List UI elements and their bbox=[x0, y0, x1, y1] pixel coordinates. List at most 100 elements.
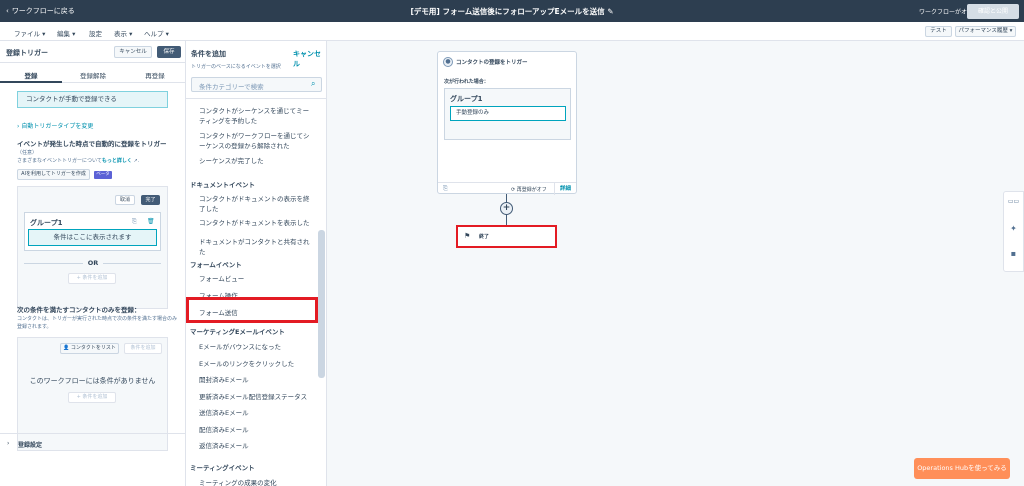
event-item[interactable]: フォームビュー bbox=[199, 274, 315, 284]
event-item[interactable]: コンタクトがワークフローを通じてシーケンスの登録から解除された bbox=[199, 131, 315, 151]
event-item[interactable]: 送信済みEメール bbox=[199, 408, 315, 418]
trash-icon[interactable]: 🗑 bbox=[147, 218, 155, 225]
event-item[interactable]: ミーティングの成果の変化 bbox=[199, 478, 315, 486]
optional-label: （任意） bbox=[17, 150, 38, 156]
performance-history-button[interactable]: パフォーマンス履歴 ▾ bbox=[955, 26, 1016, 37]
filter-heading: 次の条件を満たすコンタクトのみを登録： bbox=[17, 306, 141, 314]
details-link[interactable]: 詳細 bbox=[554, 183, 576, 195]
right-toolbar: ▭▭ ✦ ▪ bbox=[1003, 191, 1024, 272]
search-placeholder: 条件カテゴリーで検索 bbox=[199, 83, 264, 91]
operations-hub-button[interactable]: Operations Hubを使ってみる bbox=[914, 458, 1010, 479]
menu-edit[interactable]: 編集 ▾ bbox=[57, 28, 75, 38]
beta-badge: ベータ bbox=[94, 171, 112, 179]
event-item[interactable]: シーケンスが完了した bbox=[199, 156, 315, 166]
flag-icon: ⚑ bbox=[464, 232, 471, 240]
add-filter-button[interactable]: 条件を追加 bbox=[124, 343, 162, 354]
learn-more-link[interactable]: もっと詳しく bbox=[102, 158, 132, 164]
event-item[interactable]: コンタクトがドキュメントを表示した bbox=[199, 218, 315, 228]
workflow-canvas[interactable]: ● コンタクトの登録をトリガー 次が行われた場合： グループ1 手動登録のみ ⎘… bbox=[327, 41, 1024, 486]
divider bbox=[186, 98, 326, 99]
event-item[interactable]: 開封済みEメール bbox=[199, 375, 315, 385]
copy-icon[interactable]: ⎘ bbox=[443, 185, 448, 193]
trigger-cancel-button[interactable]: 取消 bbox=[115, 195, 135, 205]
menu-view[interactable]: 表示 ▾ bbox=[114, 28, 132, 38]
scrollbar[interactable] bbox=[318, 230, 325, 378]
no-conditions-text: このワークフローには条件がありません bbox=[29, 377, 156, 385]
condition-placeholder[interactable]: 条件はここに表示されます bbox=[28, 229, 157, 246]
category-heading: ドキュメントイベント bbox=[190, 181, 255, 189]
manual-enroll-info: コンタクトが手動で登録できる bbox=[17, 91, 168, 108]
test-button[interactable]: テスト bbox=[925, 26, 952, 37]
trigger-card-group: グループ1 手動登録のみ bbox=[444, 88, 571, 140]
menu-bar: ファイル ▾ 編集 ▾ 設定 表示 ▾ ヘルプ ▾ テスト パフォーマンス履歴 … bbox=[0, 22, 1024, 41]
event-description: さまざまなイベントトリガーについてもっと詳しく ↗. bbox=[17, 158, 140, 164]
event-item[interactable]: ドキュメントがコンタクトと共有された bbox=[199, 237, 315, 257]
sparkle-icon[interactable]: ✦ bbox=[1004, 224, 1023, 233]
trigger-card-title: コンタクトの登録をトリガー bbox=[456, 60, 528, 66]
pencil-icon[interactable]: ✎ bbox=[607, 7, 613, 16]
tab-unenroll[interactable]: 登録解除 bbox=[62, 70, 124, 80]
add-action-button[interactable]: + bbox=[500, 202, 513, 215]
event-item[interactable]: Eメールのリンクをクリックした bbox=[199, 359, 315, 369]
registration-settings-label: 登録設定 bbox=[18, 442, 43, 449]
group-label: グループ1 bbox=[450, 95, 483, 103]
end-label: 終了 bbox=[479, 234, 490, 240]
event-item[interactable]: 更新済みEメール配信登録ステータス bbox=[199, 392, 315, 402]
top-bar: ‹ ワークフローに戻る [デモ用] フォーム送信後にフォローアップEメールを送信… bbox=[0, 0, 1024, 22]
ai-create-trigger-button[interactable]: AIを利用してトリガーを作成 bbox=[17, 169, 90, 180]
panel-subtitle: トリガーのベースになるイベントを選択 bbox=[191, 64, 281, 70]
add-condition-button[interactable]: + 条件を追加 bbox=[68, 273, 116, 284]
copy-icon[interactable]: ⎘ bbox=[132, 218, 137, 226]
tab-enroll[interactable]: 登録 bbox=[0, 70, 62, 80]
event-item[interactable]: コンタクトがシーケンスを通じてミーティングを予約した bbox=[199, 106, 315, 126]
trigger-card[interactable]: ● コンタクトの登録をトリガー 次が行われた場合： グループ1 手動登録のみ ⎘… bbox=[437, 51, 577, 195]
filter-description-2: 登録されます。 bbox=[17, 324, 52, 330]
event-item[interactable]: 配信済みEメール bbox=[199, 425, 315, 435]
person-icon: 👤 bbox=[63, 345, 71, 351]
category-heading: フォームイベント bbox=[190, 261, 242, 269]
search-icon: ⌕ bbox=[311, 79, 316, 88]
reenroll-status: ⟳ 再登録がオフ bbox=[511, 187, 547, 193]
panel-title: 登録トリガー bbox=[6, 49, 48, 57]
comment-icon[interactable]: ▪ bbox=[1004, 249, 1023, 258]
workflow-status: ワークフローがオフ bbox=[919, 9, 974, 16]
condition-chip: 手動登録のみ bbox=[450, 106, 566, 121]
category-search-input[interactable]: 条件カテゴリーで検索 ⌕ bbox=[191, 77, 322, 92]
end-node[interactable]: ⚑ 終了 bbox=[456, 225, 557, 248]
when-label: 次が行われた場合： bbox=[444, 79, 489, 85]
form-submission-highlight bbox=[186, 297, 318, 323]
grid-icon[interactable]: ▭▭ bbox=[1004, 198, 1023, 205]
registration-settings-section[interactable]: › 登録設定 bbox=[0, 433, 186, 453]
trigger-done-button[interactable]: 完了 bbox=[141, 195, 160, 205]
contact-icon: ● bbox=[443, 57, 453, 67]
active-tab-indicator bbox=[0, 81, 62, 83]
or-label: OR bbox=[83, 259, 103, 267]
menu-file[interactable]: ファイル ▾ bbox=[14, 28, 45, 38]
change-trigger-type-link[interactable]: › 自動トリガータイプを変更 bbox=[17, 121, 93, 130]
enrollment-trigger-panel: 登録トリガー キャンセル 保存 登録 登録解除 再登録 コンタクトが手動で登録で… bbox=[0, 41, 186, 486]
add-filter-condition-button[interactable]: + 条件を追加 bbox=[68, 392, 116, 403]
event-item[interactable]: 返信済みEメール bbox=[199, 441, 315, 451]
trigger-tabs: 登録 登録解除 再登録 bbox=[0, 63, 186, 83]
category-heading: ミーティングイベント bbox=[190, 464, 255, 472]
menu-help[interactable]: ヘルプ ▾ bbox=[144, 28, 169, 38]
contact-list-button[interactable]: 👤 コンタクトをリスト bbox=[60, 343, 119, 354]
cancel-link[interactable]: キャンセル bbox=[293, 49, 326, 69]
trigger-card-header: ● コンタクトの登録をトリガー bbox=[443, 57, 528, 67]
menu-settings[interactable]: 設定 bbox=[89, 28, 102, 38]
trigger-card-footer: ⎘ ⟳ 再登録がオフ 詳細 bbox=[438, 182, 576, 195]
panel-title: 条件を追加 bbox=[191, 50, 226, 58]
group-label: グループ1 bbox=[30, 219, 63, 227]
event-trigger-heading: イベントが発生した時点で自動的に登録をトリガー bbox=[17, 140, 167, 148]
event-item[interactable]: コンタクトがドキュメントの表示を終了した bbox=[199, 194, 315, 214]
workflow-title[interactable]: [デモ用] フォーム送信後にフォローアップEメールを送信 ✎ bbox=[0, 6, 1024, 17]
save-button[interactable]: 保存 bbox=[157, 46, 181, 58]
filter-description-1: コンタクトは、トリガーが実行された時点で次の条件を満たす場合のみ bbox=[17, 316, 178, 322]
review-publish-button[interactable]: 確認と公開 bbox=[967, 4, 1019, 19]
add-condition-panel: 条件を追加 キャンセル トリガーのベースになるイベントを選択 条件カテゴリーで検… bbox=[186, 41, 327, 486]
tab-reenroll[interactable]: 再登録 bbox=[124, 70, 186, 80]
event-item[interactable]: Eメールがバウンスになった bbox=[199, 342, 315, 352]
panel-header: 登録トリガー キャンセル 保存 bbox=[0, 41, 186, 63]
cancel-button[interactable]: キャンセル bbox=[114, 46, 152, 58]
chevron-right-icon: › bbox=[7, 440, 10, 447]
